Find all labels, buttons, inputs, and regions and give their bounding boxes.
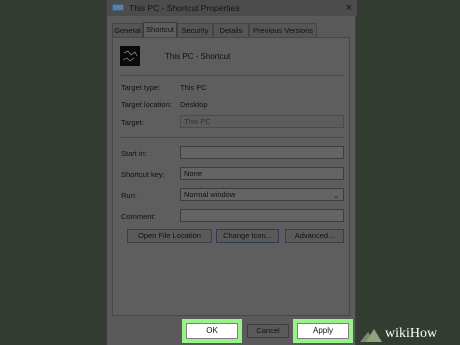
shortcut-panel: This PC - Shortcut Target type: This PC … xyxy=(112,37,350,316)
ok-button[interactable]: OK xyxy=(186,323,238,339)
start-in-label: Start in: xyxy=(121,149,147,158)
run-select-value: Normal window xyxy=(184,190,236,199)
tab-shortcut[interactable]: Shortcut xyxy=(143,22,177,37)
this-pc-icon xyxy=(120,46,140,66)
tab-previous-versions[interactable]: Previous Versions xyxy=(249,23,317,37)
start-in-field[interactable] xyxy=(180,146,344,159)
target-location-label: Target location: xyxy=(121,100,172,109)
target-label: Target: xyxy=(121,118,144,127)
target-location-value: Desktop xyxy=(180,100,208,109)
window-title: This PC - Shortcut Properties xyxy=(129,3,240,13)
title-bar[interactable]: This PC - Shortcut Properties × xyxy=(107,0,357,16)
cancel-button[interactable]: Cancel xyxy=(247,324,289,338)
comment-label: Comment: xyxy=(121,212,156,221)
tab-details[interactable]: Details xyxy=(213,23,249,37)
ok-highlight: OK xyxy=(182,319,242,343)
apply-highlight: Apply xyxy=(293,319,353,343)
comment-field[interactable] xyxy=(180,209,344,222)
properties-dialog: This PC - Shortcut Properties × General … xyxy=(106,0,357,345)
wikihow-text: wikiHow xyxy=(385,326,438,341)
tab-security[interactable]: Security xyxy=(177,23,213,37)
change-icon-button[interactable]: Change Icon... xyxy=(216,229,279,243)
shortcut-key-field[interactable]: None xyxy=(180,167,344,180)
chevron-down-icon: ⌄ xyxy=(333,193,339,200)
shortcut-name: This PC - Shortcut xyxy=(165,52,231,61)
divider xyxy=(120,75,344,76)
advanced-button[interactable]: Advanced... xyxy=(285,229,344,243)
run-select[interactable]: Normal window ⌄ xyxy=(180,188,344,201)
open-file-location-button[interactable]: Open File Location xyxy=(127,229,212,243)
close-icon[interactable]: × xyxy=(346,2,352,14)
wikihow-logo: wikiHow xyxy=(360,322,455,342)
target-type-value: This PC xyxy=(180,83,207,92)
shortcut-key-label: Shortcut key: xyxy=(121,170,165,179)
apply-button[interactable]: Apply xyxy=(297,323,349,339)
divider xyxy=(120,137,344,138)
tab-general[interactable]: General xyxy=(112,23,143,37)
computer-icon xyxy=(112,4,124,11)
target-field[interactable]: This PC xyxy=(180,115,344,128)
run-label: Run: xyxy=(121,191,137,200)
target-type-label: Target type: xyxy=(121,83,161,92)
